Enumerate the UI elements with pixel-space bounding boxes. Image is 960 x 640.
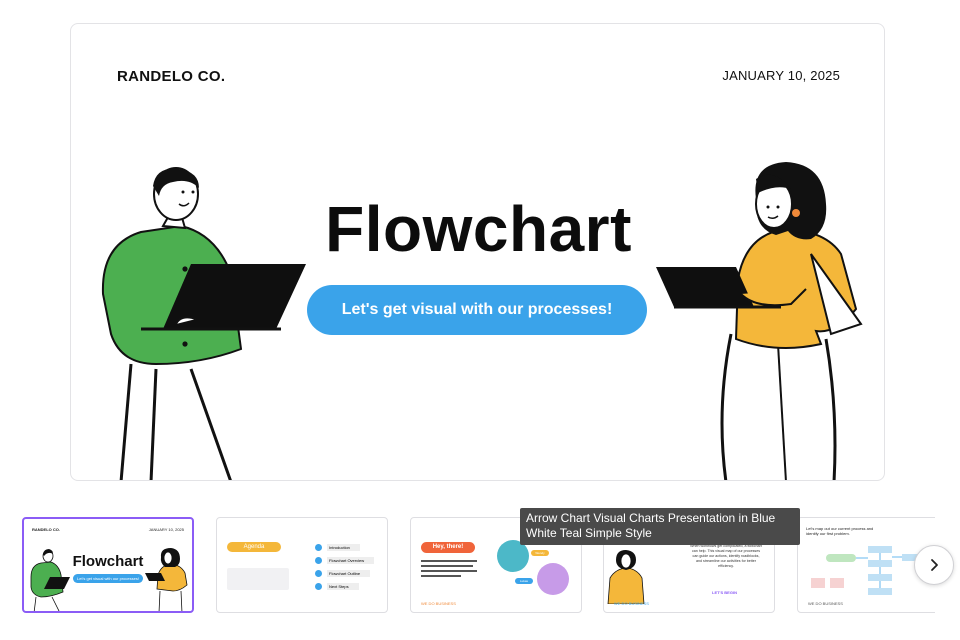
thumb-agenda-item: Next Steps xyxy=(315,580,374,593)
thumb-intro-text xyxy=(421,560,479,577)
chevron-right-icon xyxy=(931,559,938,571)
thumb-footer: WE DO BUSINESS xyxy=(421,601,456,606)
main-slide: RANDELO CO. JANUARY 10, 2025 Flowchart L… xyxy=(70,23,885,481)
slide-thumbnail-1[interactable]: RANDELO CO. JANUARY 10, 2025 Flowchart L… xyxy=(22,517,194,613)
thumb-name-tag-b: Lukas xyxy=(515,578,533,584)
thumb-date: JANUARY 10, 2025 xyxy=(148,527,184,532)
slide-date: JANUARY 10, 2025 xyxy=(722,68,840,83)
brand-name: RANDELO CO. xyxy=(117,68,226,85)
thumb-footer: WE DO BUSINESS xyxy=(614,601,649,606)
thumb-avatar-lukas xyxy=(537,563,569,595)
next-slides-button[interactable] xyxy=(914,545,954,585)
thumbnail-tooltip: Arrow Chart Visual Charts Presentation i… xyxy=(520,508,800,545)
thumb-agenda-item: Introduction xyxy=(315,541,374,554)
thumb-agenda-item: Flowchart Outline xyxy=(315,567,374,580)
thumb-agenda-note xyxy=(227,568,289,590)
thumb-brand: RANDELO CO. xyxy=(32,527,60,532)
thumb-name-tag-a: Wendy xyxy=(531,550,549,556)
thumb-person-illustration xyxy=(607,550,645,604)
thumb-footer: WE DO BUSINESS xyxy=(808,601,843,606)
thumb-agenda-heading: Agenda xyxy=(227,542,281,552)
thumb-greeting-heading: Hey, there! xyxy=(421,542,475,553)
thumb-woman-illustration xyxy=(145,548,188,611)
presentation-viewer: RANDELO CO. JANUARY 10, 2025 Flowchart L… xyxy=(0,0,960,640)
woman-with-laptop-illustration xyxy=(656,162,863,480)
thumb-subtitle: Let's get visual with our processes! xyxy=(73,574,143,583)
thumb-man-illustration xyxy=(30,549,70,611)
slide-thumbnail-2[interactable]: Agenda Introduction Flowchart Overview F… xyxy=(216,517,388,613)
thumb-agenda-list: Introduction Flowchart Overview Flowchar… xyxy=(315,541,375,593)
thumb-caption: Let's map out our current process and id… xyxy=(806,526,874,536)
thumb-cta: LET'S BEGIN xyxy=(712,590,737,595)
thumb-agenda-item: Flowchart Overview xyxy=(315,554,375,567)
subtitle-pill: Let's get visual with our processes! xyxy=(307,285,647,335)
thumb-body-text: When workflows get complicated, a flowch… xyxy=(690,544,762,568)
